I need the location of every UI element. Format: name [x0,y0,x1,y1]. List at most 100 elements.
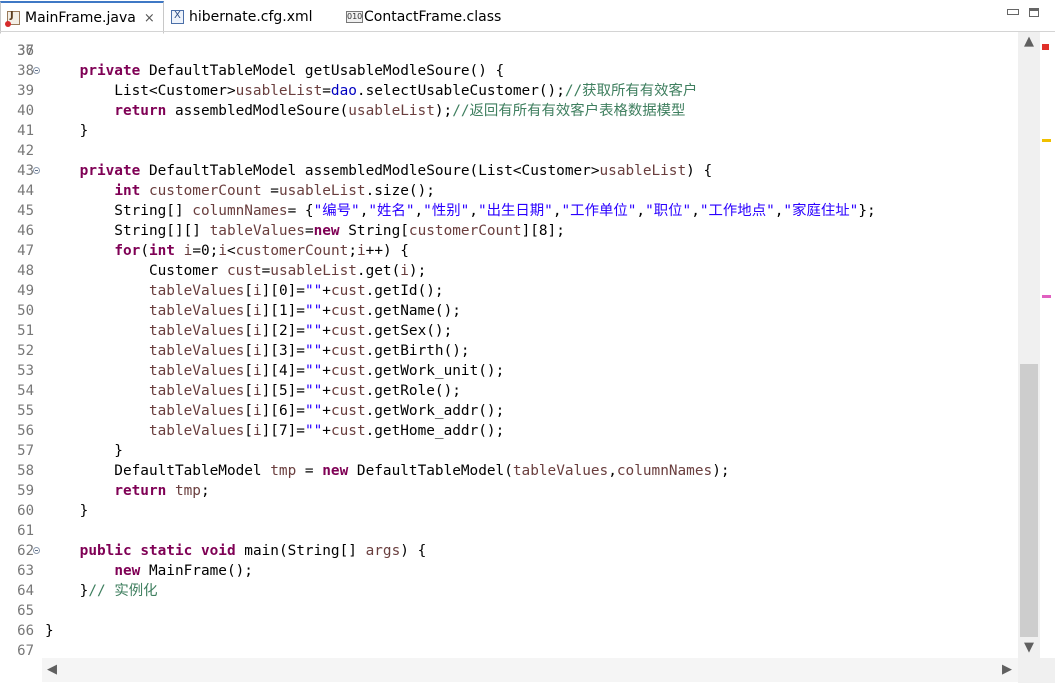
code-token: = { [287,203,314,219]
code-token: "" [304,303,323,319]
code-line[interactable]: 61 [0,521,1018,541]
error-marker[interactable] [1042,44,1049,50]
code-line[interactable]: 38 private DefaultTableModel getUsableMo… [0,61,1018,81]
code-line[interactable]: 58 DefaultTableModel tmp = new DefaultTa… [0,461,1018,481]
scroll-right-icon[interactable]: ▶ [1000,663,1014,677]
code-line[interactable]: 67 [0,641,1018,658]
code-token: customerCount [235,243,349,259]
code-text: return tmp; [45,481,209,501]
occurrence-marker[interactable] [1042,295,1051,298]
code-token: MainFrame(); [140,563,253,579]
code-line[interactable]: 43 private DefaultTableModel assembledMo… [0,161,1018,181]
code-line[interactable]: 46 String[][] tableValues=new String[cus… [0,221,1018,241]
tab-hibernate-cfg-xml[interactable]: hibernate.cfg.xml [165,3,335,31]
code-token: //获取所有有效客户 [564,83,698,99]
code-line[interactable]: 50 tableValues[i][1]=""+cust.getName(); [0,301,1018,321]
code-text: } [45,621,54,641]
tab-mainframe-java[interactable]: MainFrame.java × [0,1,164,34]
scroll-left-icon[interactable]: ◀ [45,663,59,677]
code-line[interactable]: 66} [0,621,1018,641]
code-line[interactable]: 65 [0,601,1018,621]
code-token: .size(); [365,183,435,199]
code-line[interactable]: 42 [0,141,1018,161]
code-token: cust [330,303,366,319]
code-token: String[][] [45,223,210,239]
fold-toggle-icon[interactable] [33,167,40,174]
code-line[interactable]: 57 } [0,441,1018,461]
horizontal-scrollbar[interactable] [42,658,1018,682]
code-token: assembledModleSoure( [166,103,349,119]
code-line[interactable]: 64 }// 实例化 [0,581,1018,601]
code-token: static [140,543,193,559]
code-token: new [322,463,349,479]
code-token: } [45,583,89,599]
code-line[interactable]: 39 List<Customer>usableList=dao.selectUs… [0,81,1018,101]
code-line[interactable]: 55 tableValues[i][6]=""+cust.getWork_add… [0,401,1018,421]
code-token: i [252,403,262,419]
code-line[interactable]: 49 tableValues[i][0]=""+cust.getId(); [0,281,1018,301]
code-token: = [304,223,314,239]
code-token: tableValues [148,403,245,419]
fold-toggle-icon[interactable] [33,547,40,554]
line-number: 65 [17,603,34,619]
warning-marker[interactable] [1042,139,1051,142]
fold-toggle-icon[interactable] [33,67,40,74]
line-number: 40 [17,103,34,119]
line-number: 66 [17,623,34,639]
scrollbar-corner [1018,658,1055,683]
code-token: ][0]= [261,283,305,299]
code-token: ][5]= [261,383,305,399]
code-text: String[][] tableValues=new String[custom… [45,221,565,241]
code-text: tableValues[i][5]=""+cust.getRole(); [45,381,461,401]
code-token: "" [304,283,323,299]
overview-ruler[interactable] [1040,32,1055,658]
code-token: tableValues [209,223,305,239]
close-icon[interactable]: × [144,11,155,26]
maximize-icon[interactable] [1027,7,1041,19]
code-line[interactable]: 47 for(int i=0;i<customerCount;i++) { [0,241,1018,261]
code-token: usableList [599,163,687,179]
code-token: cust [330,403,366,419]
code-line[interactable]: 52 tableValues[i][3]=""+cust.getBirth(); [0,341,1018,361]
code-token: , [469,203,478,219]
vertical-scroll-thumb[interactable] [1020,364,1038,637]
code-token: , [414,203,424,219]
code-line[interactable]: 45 String[] columnNames= {"编号","姓名","性别"… [0,201,1018,221]
code-line[interactable]: 48 Customer cust=usableList.get(i); [0,261,1018,281]
code-line[interactable]: 40 return assembledModleSoure(usableList… [0,101,1018,121]
code-line[interactable]: 56 tableValues[i][7]=""+cust.getHome_add… [0,421,1018,441]
code-text: private DefaultTableModel assembledModle… [45,161,712,181]
code-text: String[] columnNames= {"编号","姓名","性别","出… [45,201,875,221]
code-line-partial: 36 [0,32,1018,59]
code-token: tableValues [148,343,245,359]
code-line[interactable]: 44 int customerCount =usableList.size(); [0,181,1018,201]
code-token: + [322,423,331,439]
code-line[interactable]: 51 tableValues[i][2]=""+cust.getSex(); [0,321,1018,341]
code-token: .getName(); [365,303,461,319]
code-line[interactable]: 53 tableValues[i][4]=""+cust.getWork_uni… [0,361,1018,381]
code-line[interactable]: 54 tableValues[i][5]=""+cust.getRole(); [0,381,1018,401]
tab-label: MainFrame.java [25,10,136,26]
code-line[interactable]: 41 } [0,121,1018,141]
code-token: cust [330,383,366,399]
code-token: usableList [278,183,366,199]
scroll-up-icon[interactable]: ▲ [1020,35,1038,49]
tab-contactframe-class[interactable]: ContactFrame.class [340,3,520,31]
code-line[interactable]: 60 } [0,501,1018,521]
code-line[interactable]: 37 [0,41,1018,61]
code-token: "性别" [423,203,470,219]
code-token: i [400,263,409,279]
code-line[interactable]: 62 public static void main(String[] args… [0,541,1018,561]
minimize-icon[interactable] [1005,7,1019,19]
scroll-down-icon[interactable]: ▼ [1020,641,1038,655]
code-line[interactable]: 59 return tmp; [0,481,1018,501]
code-token: .getWork_addr(); [365,403,505,419]
code-editor[interactable]: 36 37 38 private DefaultTableModel getUsa… [0,32,1018,658]
code-token: + [322,363,331,379]
code-line[interactable]: 63 new MainFrame(); [0,561,1018,581]
